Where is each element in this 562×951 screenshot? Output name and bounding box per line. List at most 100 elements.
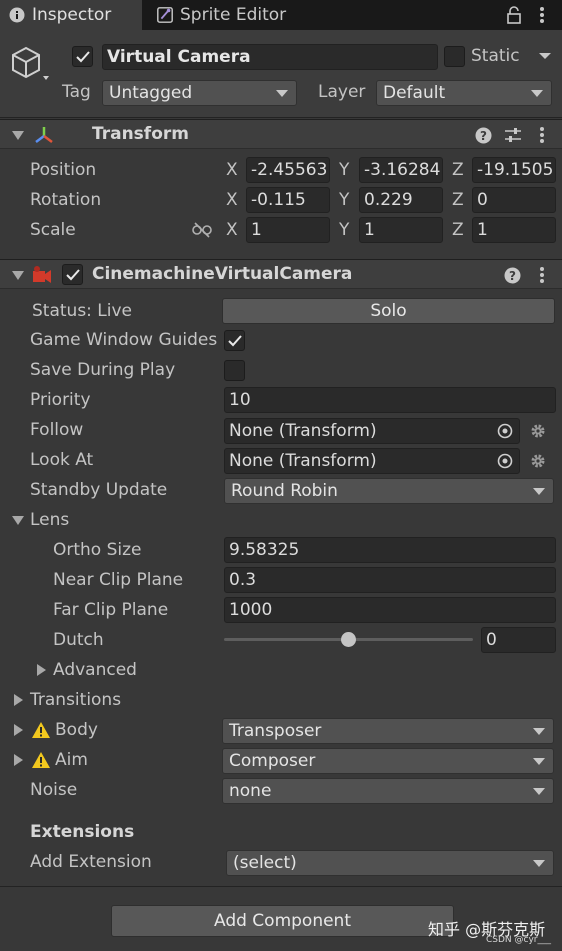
position-x-label[interactable]: X — [226, 160, 238, 180]
static-dropdown-icon[interactable] — [537, 50, 553, 62]
follow-label: Follow — [30, 420, 84, 440]
add-extension-dropdown[interactable]: (select) — [226, 850, 554, 876]
tab-inspector[interactable]: Inspector — [0, 0, 142, 30]
unlink-icon[interactable] — [191, 221, 213, 239]
layer-dropdown[interactable]: Default — [376, 80, 552, 106]
standby-update-value: Round Robin — [231, 481, 338, 501]
tab-bar: Inspector Sprite Editor — [0, 0, 562, 30]
save-during-play-checkbox[interactable] — [224, 360, 245, 381]
aim-foldout-icon[interactable] — [14, 754, 23, 766]
priority-label: Priority — [30, 390, 91, 410]
position-z-field[interactable]: -19.1505 — [472, 157, 556, 183]
position-x-field[interactable]: -2.45563 — [246, 157, 330, 183]
position-z-label[interactable]: Z — [452, 160, 464, 180]
lens-foldout-icon[interactable] — [12, 516, 24, 525]
tag-value: Untagged — [109, 83, 193, 103]
standby-update-label: Standby Update — [30, 480, 168, 500]
scale-x-field[interactable]: 1 — [246, 217, 330, 243]
dutch-label: Dutch — [53, 630, 104, 650]
ortho-size-field[interactable]: 9.58325 — [224, 537, 556, 563]
body-foldout-icon[interactable] — [14, 724, 23, 736]
gameobject-active-checkbox[interactable] — [72, 46, 93, 67]
warning-icon — [31, 721, 51, 739]
add-component-button[interactable]: Add Component — [111, 905, 454, 937]
rotation-y-field[interactable]: 0.229 — [359, 187, 443, 213]
transform-title: Transform — [92, 124, 189, 144]
preset-icon[interactable] — [503, 126, 523, 144]
game-window-guides-label: Game Window Guides — [30, 330, 218, 350]
noise-label: Noise — [30, 780, 78, 800]
look-at-field[interactable]: None (Transform) — [224, 448, 520, 474]
advanced-label[interactable]: Advanced — [53, 660, 137, 680]
warning-icon — [31, 751, 51, 769]
tab-sprite-editor[interactable]: Sprite Editor — [148, 0, 328, 30]
tab-inspector-label: Inspector — [32, 5, 112, 25]
standby-update-dropdown[interactable]: Round Robin — [224, 478, 554, 504]
object-picker-icon[interactable] — [496, 422, 514, 440]
transitions-label[interactable]: Transitions — [30, 690, 121, 710]
transitions-foldout-icon[interactable] — [14, 694, 23, 706]
position-y-label[interactable]: Y — [339, 160, 349, 180]
scale-y-label[interactable]: Y — [339, 220, 349, 240]
vcam-title: CinemachineVirtualCamera — [92, 264, 353, 284]
cinemachine-camera-icon — [30, 264, 54, 286]
help-icon[interactable]: ? — [503, 266, 521, 284]
gear-icon[interactable] — [529, 452, 547, 470]
gear-icon[interactable] — [529, 422, 547, 440]
noise-dropdown[interactable]: none — [222, 778, 554, 804]
add-extension-value: (select) — [233, 853, 297, 873]
noise-value: none — [229, 781, 272, 801]
help-icon[interactable]: ? — [474, 126, 492, 144]
scale-z-label[interactable]: Z — [452, 220, 464, 240]
scale-z-field[interactable]: 1 — [472, 217, 556, 243]
object-picker-icon[interactable] — [496, 452, 514, 470]
layer-label: Layer — [318, 82, 366, 102]
vcam-enabled-checkbox[interactable] — [62, 264, 83, 285]
chevron-down-icon — [276, 90, 288, 97]
body-label[interactable]: Body — [55, 720, 98, 740]
rotation-z-label[interactable]: Z — [452, 190, 464, 210]
priority-field[interactable]: 10 — [224, 387, 556, 413]
rotation-x-label[interactable]: X — [226, 190, 238, 210]
chevron-down-icon — [533, 860, 545, 867]
scale-label: Scale — [30, 220, 76, 240]
position-label: Position — [30, 160, 97, 180]
near-clip-plane-field[interactable]: 0.3 — [224, 567, 556, 593]
static-checkbox[interactable] — [444, 46, 465, 67]
position-y-field[interactable]: -3.16284 — [359, 157, 443, 183]
game-window-guides-checkbox[interactable] — [224, 330, 245, 351]
status-label: Status: Live — [32, 301, 133, 321]
chevron-down-icon — [531, 90, 543, 97]
solo-button[interactable]: Solo — [222, 298, 555, 324]
tab-menu-icon[interactable] — [534, 4, 550, 26]
scale-x-label[interactable]: X — [226, 220, 238, 240]
tab-sprite-editor-label: Sprite Editor — [180, 5, 287, 25]
extensions-heading: Extensions — [30, 822, 135, 842]
chevron-down-icon — [533, 728, 545, 735]
near-clip-plane-label: Near Clip Plane — [53, 570, 184, 590]
gameobject-icon[interactable] — [10, 44, 50, 84]
dutch-slider-thumb[interactable] — [341, 632, 356, 647]
advanced-foldout-icon[interactable] — [37, 664, 46, 676]
rotation-y-label[interactable]: Y — [339, 190, 349, 210]
body-dropdown[interactable]: Transposer — [222, 718, 554, 744]
aim-label[interactable]: Aim — [55, 750, 88, 770]
aim-value: Composer — [229, 751, 316, 771]
component-menu-icon[interactable] — [536, 125, 548, 145]
rotation-x-field[interactable]: -0.115 — [246, 187, 330, 213]
vcam-foldout-icon[interactable] — [12, 271, 24, 280]
transform-foldout-icon[interactable] — [12, 131, 24, 140]
tag-dropdown[interactable]: Untagged — [102, 80, 297, 106]
aim-dropdown[interactable]: Composer — [222, 748, 554, 774]
layer-value: Default — [383, 83, 446, 103]
far-clip-plane-field[interactable]: 1000 — [224, 597, 556, 623]
component-menu-icon[interactable] — [536, 265, 548, 285]
lock-icon[interactable] — [505, 6, 523, 24]
dutch-field[interactable]: 0 — [481, 627, 556, 653]
svg-text:?: ? — [509, 269, 516, 283]
lens-label[interactable]: Lens — [30, 510, 69, 530]
scale-y-field[interactable]: 1 — [359, 217, 443, 243]
follow-field[interactable]: None (Transform) — [224, 418, 520, 444]
gameobject-name-field[interactable]: Virtual Camera — [102, 44, 438, 70]
rotation-z-field[interactable]: 0 — [472, 187, 556, 213]
